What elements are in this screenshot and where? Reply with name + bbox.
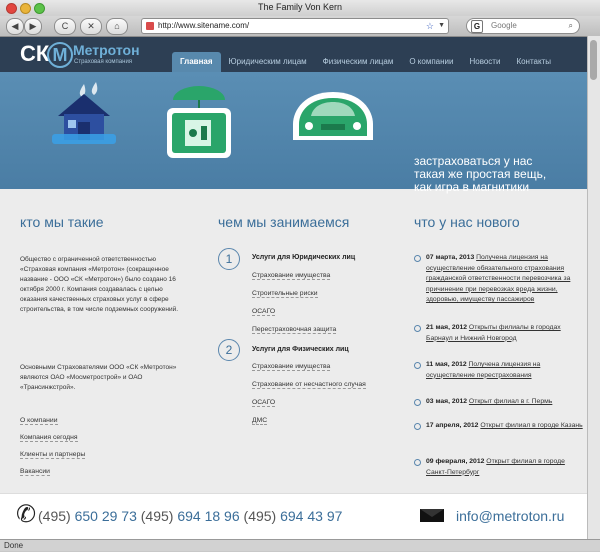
mail-icon xyxy=(420,509,444,522)
service-link[interactable]: Строительные риски xyxy=(252,290,318,298)
news-item: 03 мая, 2012 Открыт филиал в г. Пермь xyxy=(414,397,584,408)
phone-number[interactable]: 694 43 97 xyxy=(280,508,342,524)
nav-item-contacts[interactable]: Контакты xyxy=(508,52,559,72)
news-heading: что у нас нового xyxy=(414,214,520,230)
hero-banner: застраховаться у нас такая же простая ве… xyxy=(0,72,588,194)
house-magnet-icon xyxy=(52,82,116,144)
news-item: 17 апреля, 2012 Открыт филиал в городе К… xyxy=(414,421,584,432)
email-link[interactable]: info@metroton.ru xyxy=(456,508,564,524)
stop-button[interactable]: ✕ xyxy=(80,18,102,35)
nav-item-individuals[interactable]: Физическим лицам xyxy=(315,52,402,72)
news-link[interactable]: Получена лицензия на осуществление обяза… xyxy=(426,254,570,303)
hero-text-line-1: застраховаться у нас xyxy=(414,154,533,168)
hero-text-line-3: как игра в магнитики xyxy=(414,180,530,194)
logo-subtitle: Страховая компания xyxy=(74,59,133,65)
phone-code: (495) xyxy=(243,508,277,524)
service-link[interactable]: ОСАГО xyxy=(252,308,276,316)
about-paragraph-2: Основными Страхователями ООО «СК «Метрот… xyxy=(20,364,177,391)
news-date: 07 марта, 2013 xyxy=(426,254,475,261)
search-icon[interactable]: ⌕ xyxy=(569,19,573,33)
chevron-down-icon[interactable]: ▼ xyxy=(438,19,445,33)
news-date: 03 мая, 2012 xyxy=(426,398,468,405)
phone-code: (495) xyxy=(140,508,174,524)
window-titlebar: The Family Von Kern xyxy=(0,0,600,17)
news-item: 07 марта, 2013 Получена лицензия на осущ… xyxy=(414,253,584,306)
service-group-number-1: 1 xyxy=(218,248,240,270)
link-vacancies[interactable]: Вакансии xyxy=(20,468,50,476)
site-footer: ✆ (495) 650 29 73 (495) 694 18 96 (495) … xyxy=(0,493,588,539)
browser-toolbar: ◀ ▶ C ✕ ⌂ http://www.sitename.com/ ☆ ▼ G… xyxy=(0,16,600,37)
reload-button[interactable]: C xyxy=(54,18,76,35)
safe-magnet-icon xyxy=(167,86,231,158)
vertical-scrollbar[interactable] xyxy=(587,36,600,539)
phone-number[interactable]: 694 18 96 xyxy=(177,508,239,524)
logo-letter[interactable]: М xyxy=(47,42,73,68)
link-about-company[interactable]: О компании xyxy=(20,417,58,425)
car-magnet-icon xyxy=(293,92,373,140)
hero-text-line-2: такая же простая вещь, xyxy=(414,167,547,181)
phone-number[interactable]: 650 29 73 xyxy=(75,508,137,524)
logo-mark[interactable]: СК xyxy=(20,41,49,67)
service-link[interactable]: ОСАГО xyxy=(252,399,276,407)
about-paragraph-1: Общество с ограниченной ответственностью… xyxy=(20,256,179,313)
phone-code: (495) xyxy=(38,508,71,524)
service-group-title-1: Услуги для Юридических лиц xyxy=(252,254,356,261)
phone-list: (495) 650 29 73 (495) 694 18 96 (495) 69… xyxy=(38,508,342,524)
bullet-icon xyxy=(414,459,421,466)
about-heading: кто мы такие xyxy=(20,214,104,230)
logo-name[interactable]: Метротон xyxy=(73,42,140,58)
web-page: СК М Метротон Страховая компания Главная… xyxy=(0,37,588,539)
site-header: СК М Метротон Страховая компания Главная… xyxy=(0,37,588,72)
bullet-icon xyxy=(414,399,421,406)
service-link[interactable]: Страхование имущества xyxy=(252,363,331,371)
back-button[interactable]: ◀ xyxy=(6,18,24,35)
bookmark-star-icon[interactable]: ☆ xyxy=(426,19,434,33)
status-bar: Done xyxy=(0,539,600,551)
search-placeholder: Google xyxy=(491,21,517,30)
bullet-icon xyxy=(414,423,421,430)
bullet-icon xyxy=(414,325,421,332)
news-date: 11 мая, 2012 xyxy=(426,361,467,368)
service-link[interactable]: Страхование имущества xyxy=(252,272,331,280)
news-link[interactable]: Открыт филиал в городе Казань xyxy=(480,422,582,429)
google-engine-icon[interactable]: G xyxy=(471,20,483,33)
nav-item-legal[interactable]: Юридическим лицам xyxy=(221,52,315,72)
main-nav: Главная Юридическим лицам Физическим лиц… xyxy=(172,52,559,72)
news-item: 09 февраля, 2012 Открыт филиал в городе … xyxy=(414,457,584,478)
service-link[interactable]: ДМС xyxy=(252,417,268,425)
link-company-today[interactable]: Компания сегодня xyxy=(20,434,78,442)
address-bar[interactable]: http://www.sitename.com/ ☆ ▼ xyxy=(141,18,449,34)
news-date: 09 февраля, 2012 xyxy=(426,458,485,465)
news-item: 11 мая, 2012 Получена лицензия на осущес… xyxy=(414,360,584,381)
window-title: The Family Von Kern xyxy=(257,2,343,12)
service-link[interactable]: Страхование от несчастного случая xyxy=(252,381,366,389)
news-link[interactable]: Открыт филиал в г. Пермь xyxy=(469,398,552,405)
news-date: 21 мая, 2012 xyxy=(426,324,468,331)
nav-item-about[interactable]: О компании xyxy=(401,52,461,72)
home-button[interactable]: ⌂ xyxy=(106,18,128,35)
service-group-number-2: 2 xyxy=(218,339,240,361)
news-item: 21 мая, 2012 Открыты филиалы в городах Б… xyxy=(414,323,584,344)
nav-item-news[interactable]: Новости xyxy=(461,52,508,72)
news-date: 17 апреля, 2012 xyxy=(426,422,479,429)
search-field[interactable]: G Google ⌕ xyxy=(466,18,580,34)
scrollbar-thumb[interactable] xyxy=(590,40,597,80)
service-link[interactable]: Перестраховочная защита xyxy=(252,326,337,334)
forward-button[interactable]: ▶ xyxy=(24,18,42,35)
url-text[interactable]: http://www.sitename.com/ xyxy=(158,19,249,33)
nav-item-home[interactable]: Главная xyxy=(172,52,221,72)
services-heading: чем мы занимаемся xyxy=(218,214,350,230)
favicon-icon xyxy=(146,22,154,30)
service-group-title-2: Услуги для Физических лиц xyxy=(252,346,349,353)
bullet-icon xyxy=(414,255,421,262)
bullet-icon xyxy=(414,362,421,369)
phone-icon: ✆ xyxy=(16,501,37,528)
link-clients-partners[interactable]: Клиенты и партнеры xyxy=(20,451,86,459)
